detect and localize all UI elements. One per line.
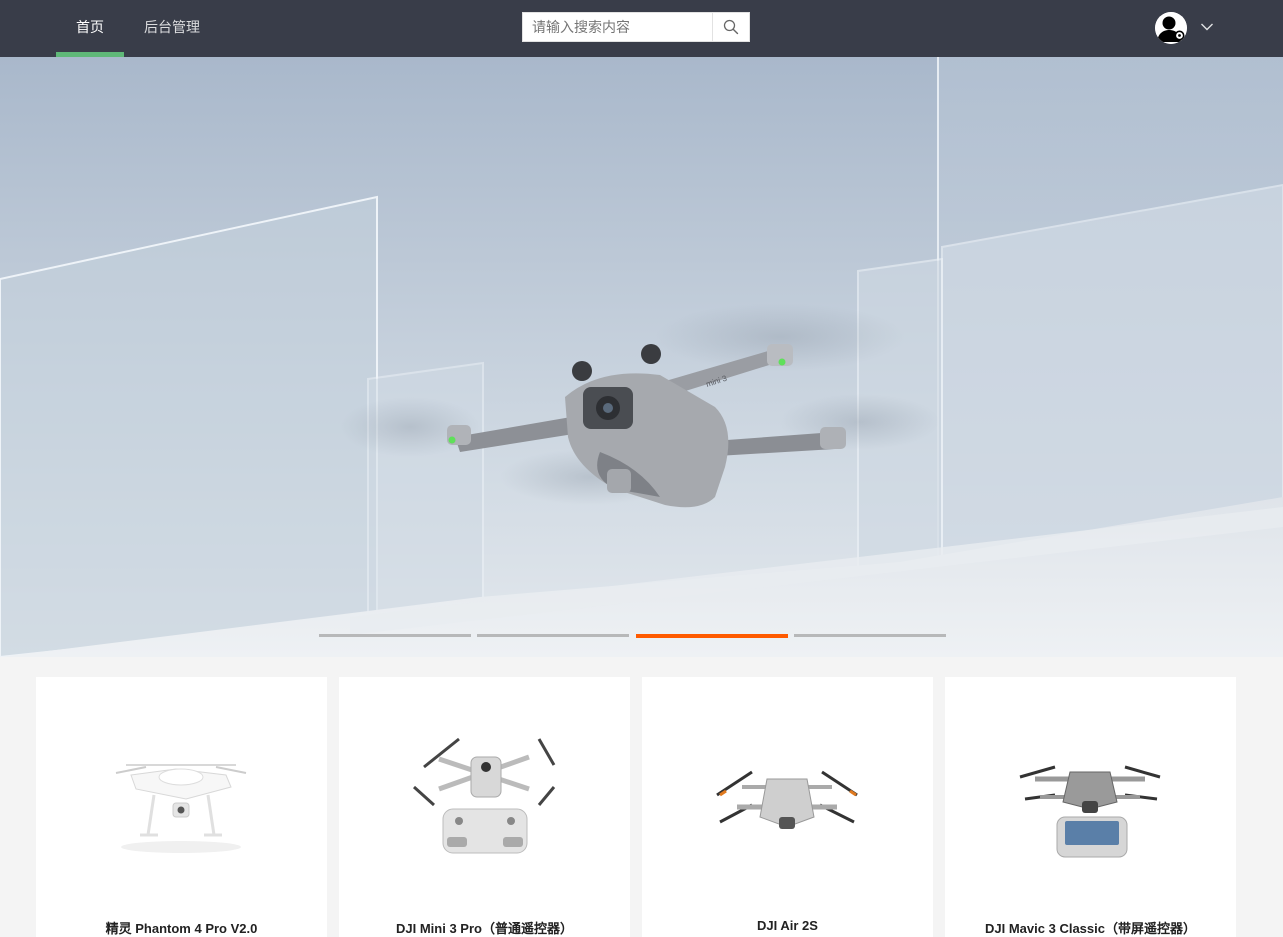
carousel-indicator-4[interactable] [794, 634, 946, 637]
nav-item-home-label: 首页 [76, 19, 104, 35]
user-menu-toggle[interactable] [1199, 19, 1215, 35]
search-button[interactable] [712, 13, 749, 41]
product-image-air2s [716, 770, 858, 829]
user-avatar[interactable] [1155, 12, 1187, 44]
carousel-indicator-1[interactable] [319, 634, 471, 637]
search-box [522, 12, 750, 42]
top-navbar: 首页 后台管理 [0, 0, 1283, 57]
nav-item-home[interactable]: 首页 [56, 0, 124, 57]
carousel-indicators [319, 634, 949, 638]
product-card[interactable]: DJI Mavic 3 Classic（带屏遥控器） [945, 677, 1236, 937]
carousel-indicator-3[interactable] [636, 634, 788, 638]
product-card[interactable]: DJI Air 2S [642, 677, 933, 937]
product-card[interactable]: 精灵 Phantom 4 Pro V2.0 [36, 677, 327, 937]
product-image-mini3pro [412, 737, 556, 854]
search-icon [723, 19, 739, 35]
chevron-down-icon [1201, 23, 1213, 31]
product-title: DJI Mavic 3 Classic（带屏遥控器） [985, 921, 1196, 936]
product-title: DJI Air 2S [757, 918, 818, 933]
user-avatar-icon [1155, 12, 1187, 44]
product-image-phantom [115, 764, 247, 853]
banner-image: mini 3 [0, 57, 1283, 657]
carousel-indicator-2[interactable] [477, 634, 629, 637]
hero-carousel[interactable]: mini 3 [0, 57, 1283, 657]
product-title: DJI Mini 3 Pro（普通遥控器） [396, 921, 573, 936]
product-image-mavic3-classic [1019, 765, 1161, 858]
product-title: 精灵 Phantom 4 Pro V2.0 [105, 921, 258, 936]
nav-item-admin-label: 后台管理 [144, 19, 200, 35]
search-input[interactable] [523, 13, 713, 41]
product-card[interactable]: DJI Mini 3 Pro（普通遥控器） [339, 677, 630, 937]
nav-item-admin[interactable]: 后台管理 [136, 0, 208, 57]
